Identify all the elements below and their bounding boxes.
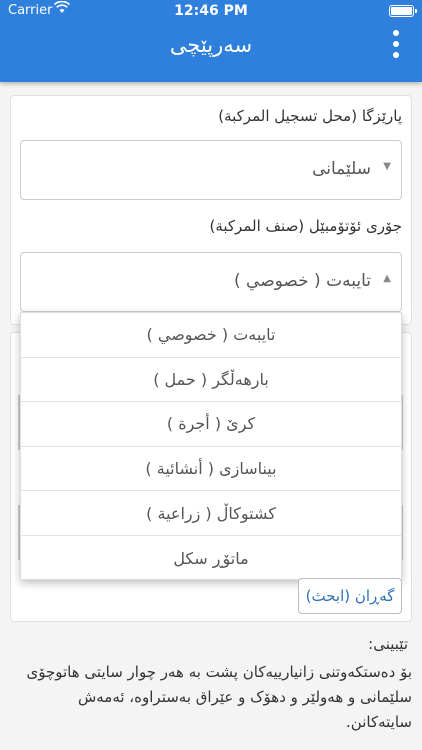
dropdown-option[interactable]: ماتۆڕ سكل — [21, 536, 401, 581]
dropdown-option[interactable]: بارهەڵگر ( حمل ) — [21, 358, 401, 403]
dropdown-option[interactable]: کرێ ( أجرة ) — [21, 402, 401, 447]
status-time: 12:46 PM — [174, 3, 248, 19]
vehicle-type-dropdown: تایبەت ( خصوصي ) بارهەڵگر ( حمل ) کرێ ( … — [20, 312, 402, 580]
dropdown-arrow-icon: ▲ — [383, 273, 391, 284]
province-value: سلێمانی — [312, 159, 371, 179]
dropdown-option[interactable]: تایبەت ( خصوصي ) — [21, 313, 401, 358]
note-text: بۆ دەستکەوتنی زانیارییەکان پشت بە هەر چو… — [26, 663, 412, 731]
dropdown-option[interactable]: بیناسازی ( أنشائية ) — [21, 447, 401, 492]
vehicle-type-select[interactable]: ▲ تایبەت ( خصوصي ) — [20, 252, 402, 312]
app-header: Carrier 12:46 PM سەرپێچی — [0, 0, 422, 82]
more-menu-icon[interactable] — [390, 30, 402, 58]
battery-icon — [389, 5, 417, 17]
dropdown-option[interactable]: کشتوکاڵ ( زراعية ) — [21, 491, 401, 536]
search-button[interactable]: گەڕان (ابحث) — [298, 578, 402, 614]
province-label: پارێزگا (محل تسجيل المركبة) — [218, 107, 402, 125]
page-title: سەرپێچی — [169, 33, 253, 57]
vehicle-type-label: جۆری ئۆتۆمبێل (صنف المركبة) — [209, 217, 403, 235]
status-bar: Carrier 12:46 PM — [0, 0, 422, 22]
dropdown-arrow-icon: ▼ — [383, 161, 391, 172]
province-select[interactable]: ▼ سلێمانی — [20, 140, 402, 200]
vehicle-type-value: تایبەت ( خصوصي ) — [233, 271, 371, 291]
note-title: تێبینی: — [368, 635, 408, 653]
